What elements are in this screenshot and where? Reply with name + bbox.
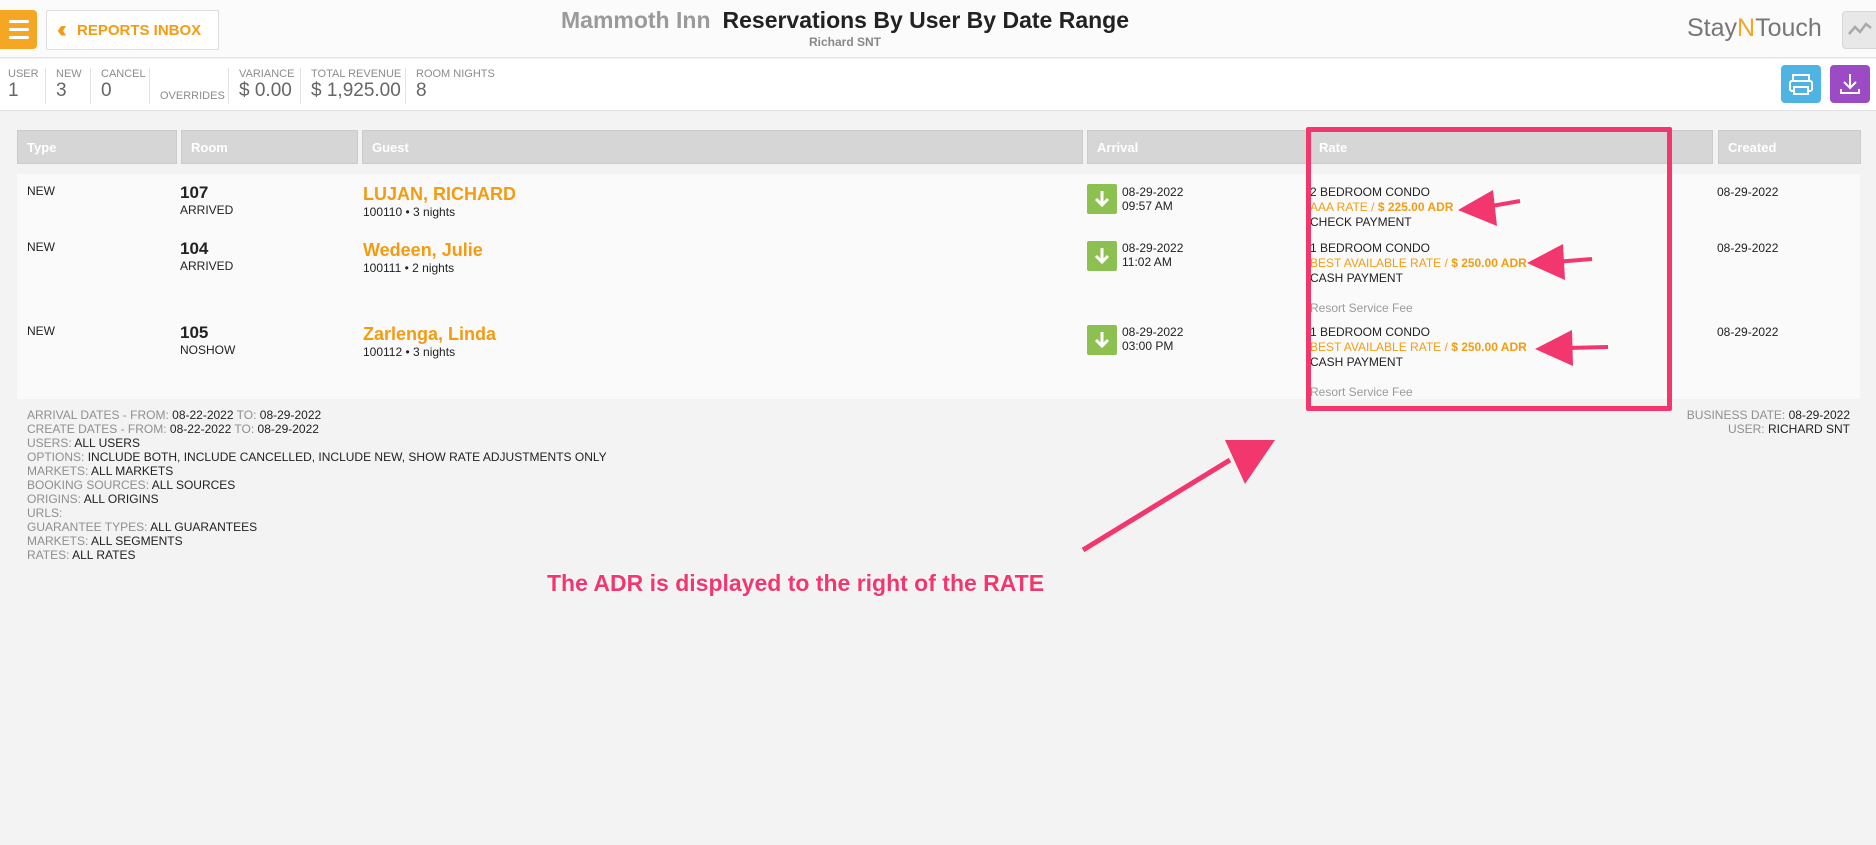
- arrow-down-icon: [1094, 332, 1110, 349]
- arrival-status-button[interactable]: [1087, 241, 1117, 271]
- arrival-time: 09:57 AM: [1122, 199, 1173, 213]
- stat-room-nights: ROOM NIGHTS 8: [405, 68, 495, 104]
- download-icon: [1840, 74, 1860, 94]
- arrival-date: 08-29-2022: [1122, 325, 1184, 339]
- col-guest[interactable]: Guest: [362, 130, 1083, 164]
- annotation-text: The ADR is displayed to the right of the…: [547, 570, 1045, 596]
- arrival-date: 08-29-2022: [1122, 185, 1184, 199]
- row-type: NEW: [27, 324, 55, 338]
- rate-highlight-box: [1306, 127, 1672, 411]
- guest-cell: LUJAN, RICHARD 100110 • 3 nights: [363, 183, 516, 219]
- confirmation-number: 100110: [363, 205, 403, 219]
- col-type[interactable]: Type: [17, 130, 177, 164]
- col-room[interactable]: Room: [181, 130, 358, 164]
- report-filters: ARRIVAL DATES - FROM: 08-22-2022 TO: 08-…: [27, 408, 607, 562]
- room-number: 104: [180, 239, 209, 258]
- room-cell: 105 NOSHOW: [180, 323, 235, 357]
- activity-icon: [1848, 22, 1872, 35]
- room-status: ARRIVED: [180, 259, 234, 273]
- col-created[interactable]: Created: [1718, 130, 1861, 164]
- app-header: ‹‹ REPORTS INBOX Mammoth Inn Reservations…: [0, 0, 1876, 58]
- stat-overrides: OVERRIDES: [149, 68, 225, 104]
- download-button[interactable]: [1830, 65, 1870, 103]
- arrow-down-icon: [1094, 248, 1110, 265]
- nights-count: • 3 nights: [405, 205, 456, 219]
- report-title: Reservations By User By Date Range: [722, 7, 1130, 33]
- hotel-name: Mammoth Inn: [561, 7, 711, 33]
- arrival-status-button[interactable]: [1087, 184, 1117, 214]
- arrow-down-icon: [1094, 191, 1110, 208]
- arrival-time: 03:00 PM: [1122, 339, 1174, 353]
- created-date: 08-29-2022: [1717, 241, 1779, 255]
- report-subtitle: Richard SNT: [808, 35, 881, 49]
- guest-name-link[interactable]: Zarlenga, Linda: [363, 323, 496, 345]
- nights-count: • 3 nights: [405, 345, 456, 359]
- row-type: NEW: [27, 240, 55, 254]
- staynntouch-logo: StayNTouch: [1687, 14, 1822, 42]
- arrival-cell: 08-29-2022 09:57 AM: [1122, 185, 1183, 213]
- print-button[interactable]: [1781, 65, 1821, 103]
- room-number: 105: [180, 323, 209, 342]
- arrival-cell: 08-29-2022 11:02 AM: [1122, 241, 1183, 269]
- arrival-time: 11:02 AM: [1122, 255, 1172, 269]
- guest-name-link[interactable]: Wedeen, Julie: [363, 239, 483, 261]
- room-number: 107: [180, 183, 209, 202]
- guest-cell: Zarlenga, Linda 100112 • 3 nights: [363, 323, 496, 359]
- arrow-big: [1081, 440, 1275, 553]
- room-cell: 104 ARRIVED: [180, 239, 233, 273]
- room-cell: 107 ARRIVED: [180, 183, 233, 217]
- arrival-date: 08-29-2022: [1122, 241, 1184, 255]
- stat-new: NEW 3: [45, 68, 82, 104]
- stat-cancel: CANCEL 0: [90, 68, 146, 104]
- print-icon: [1789, 74, 1813, 95]
- arrival-status-button[interactable]: [1087, 325, 1117, 355]
- nights-count: • 2 nights: [404, 261, 455, 275]
- stat-total-revenue: TOTAL REVENUE $ 1,925.00: [300, 68, 401, 104]
- summary-bar: USER 1 NEW 3 CANCEL 0 OVERRIDES VARIANCE…: [0, 59, 1876, 111]
- stat-user: USER 1: [8, 68, 39, 101]
- page-title: Mammoth Inn Reservations By User By Date …: [0, 7, 1690, 49]
- guest-cell: Wedeen, Julie 100111 • 2 nights: [363, 239, 483, 275]
- guest-name-link[interactable]: LUJAN, RICHARD: [363, 183, 516, 205]
- confirmation-number: 100111: [363, 261, 402, 275]
- arrival-cell: 08-29-2022 03:00 PM: [1122, 325, 1183, 353]
- row-type: NEW: [27, 184, 55, 198]
- activity-button[interactable]: [1842, 11, 1876, 49]
- room-status: ARRIVED: [180, 203, 234, 217]
- stat-variance: VARIANCE $ 0.00: [228, 68, 294, 104]
- room-status: NOSHOW: [180, 343, 236, 357]
- business-info: BUSINESS DATE: 08-29-2022 USER: RICHARD …: [1686, 408, 1850, 436]
- created-date: 08-29-2022: [1717, 185, 1779, 199]
- confirmation-number: 100112: [363, 345, 403, 359]
- created-date: 08-29-2022: [1717, 325, 1779, 339]
